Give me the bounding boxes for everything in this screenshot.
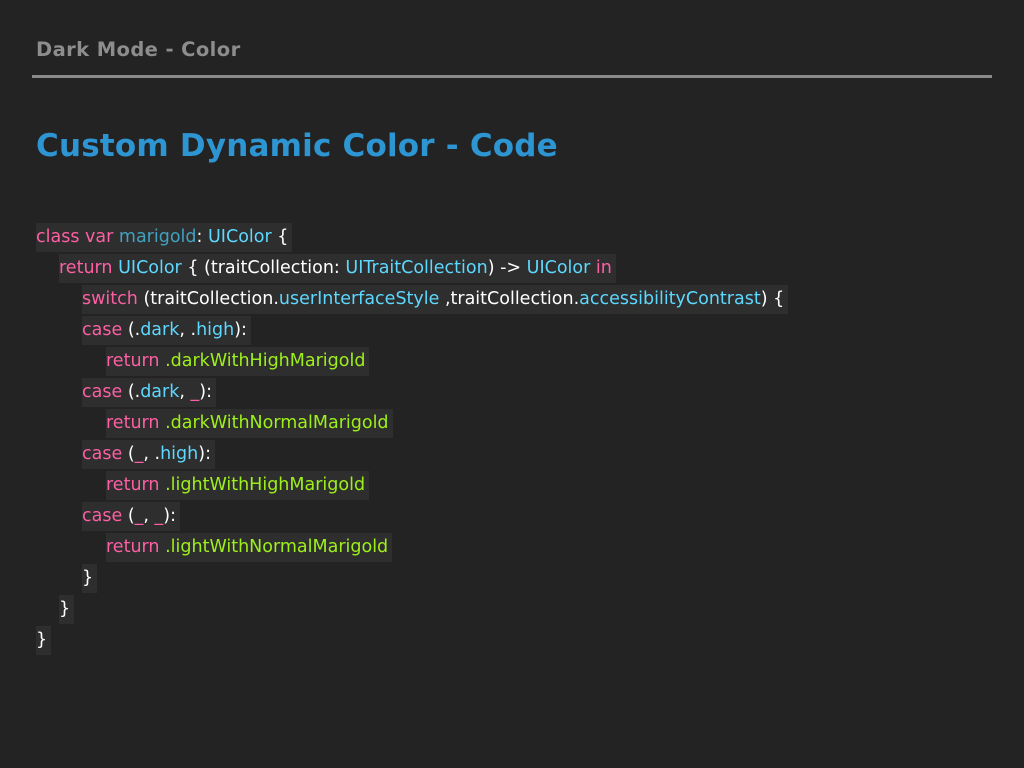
code-token: UIColor <box>526 258 591 278</box>
code-token: case <box>82 506 123 526</box>
header-divider <box>32 75 992 78</box>
code-line-11: return .lightWithNormalMarigold <box>36 532 788 563</box>
code-token: switch <box>82 289 138 309</box>
code-line-12: } <box>36 563 788 594</box>
code-token: dark <box>140 320 180 340</box>
code-block: class var marigold: UIColor { return UIC… <box>36 222 789 656</box>
code-token: case <box>82 382 123 402</box>
code-token: , <box>179 382 191 402</box>
code-token: high <box>160 444 199 464</box>
code-token: , <box>143 506 155 526</box>
code-token: ) { <box>760 289 785 309</box>
code-line-1: class var marigold: UIColor { <box>36 222 788 253</box>
code-token: _ <box>190 382 200 402</box>
code-token: .darkWithNormalMarigold <box>165 413 389 433</box>
code-token: class <box>36 227 80 247</box>
code-token: userInterfaceStyle <box>278 289 440 309</box>
code-line-9: return .lightWithHighMarigold <box>36 470 788 501</box>
code-token: .lightWithHighMarigold <box>165 475 366 495</box>
code-line-2: return UIColor { (traitCollection: UITra… <box>36 253 788 284</box>
code-token: case <box>82 320 123 340</box>
code-token: ): <box>234 320 247 340</box>
code-token: return <box>106 475 160 495</box>
code-token: marigold <box>118 227 197 247</box>
code-line-14: } <box>36 625 788 656</box>
code-line-4: case (.dark, .high): <box>36 315 788 346</box>
code-token: ): <box>199 382 212 402</box>
code-token: in <box>595 258 612 278</box>
code-token: .lightWithNormalMarigold <box>165 537 389 557</box>
code-line-13: } <box>36 594 788 625</box>
code-token: ) -> <box>487 258 522 278</box>
code-line-5: return .darkWithHighMarigold <box>36 346 788 377</box>
code-token: high <box>196 320 235 340</box>
slide-title: Custom Dynamic Color - Code <box>36 128 558 164</box>
code-token: { <box>277 227 289 247</box>
code-token: accessibilityContrast <box>579 289 761 309</box>
code-token: , . <box>179 320 197 340</box>
code-token: } <box>36 630 48 650</box>
section-title: Dark Mode - Color <box>36 38 241 61</box>
code-line-3: switch (traitCollection.userInterfaceSty… <box>36 284 789 315</box>
code-token: return <box>106 413 160 433</box>
code-token: (. <box>127 320 141 340</box>
code-token: : <box>196 227 203 247</box>
code-token: ): <box>163 506 177 526</box>
code-line-7: return .darkWithNormalMarigold <box>36 408 788 439</box>
code-token: ,traitCollection. <box>439 289 580 309</box>
code-token: .darkWithHighMarigold <box>165 351 366 371</box>
code-token: case <box>82 444 123 464</box>
code-line-6: case (.dark, _): <box>36 377 788 408</box>
code-token: (. <box>127 382 141 402</box>
code-token: } <box>82 568 94 588</box>
code-line-10: case (_, _): <box>36 501 788 532</box>
code-token: dark <box>140 382 180 402</box>
code-token: { (traitCollection: <box>187 258 340 278</box>
code-token: var <box>85 227 114 247</box>
code-token: return <box>106 537 160 557</box>
code-token: ): <box>198 444 211 464</box>
code-token: , . <box>143 444 161 464</box>
code-token: ( <box>127 506 135 526</box>
code-token: UIColor <box>208 227 272 247</box>
code-token: UIColor <box>118 258 182 278</box>
code-token: return <box>59 258 113 278</box>
code-token: UITraitCollection <box>345 258 488 278</box>
code-token: return <box>106 351 160 371</box>
code-token: (traitCollection. <box>143 289 279 309</box>
code-token: ( <box>127 444 135 464</box>
code-token: _ <box>154 506 164 526</box>
code-line-8: case (_, .high): <box>36 439 788 470</box>
code-token: } <box>59 599 71 619</box>
